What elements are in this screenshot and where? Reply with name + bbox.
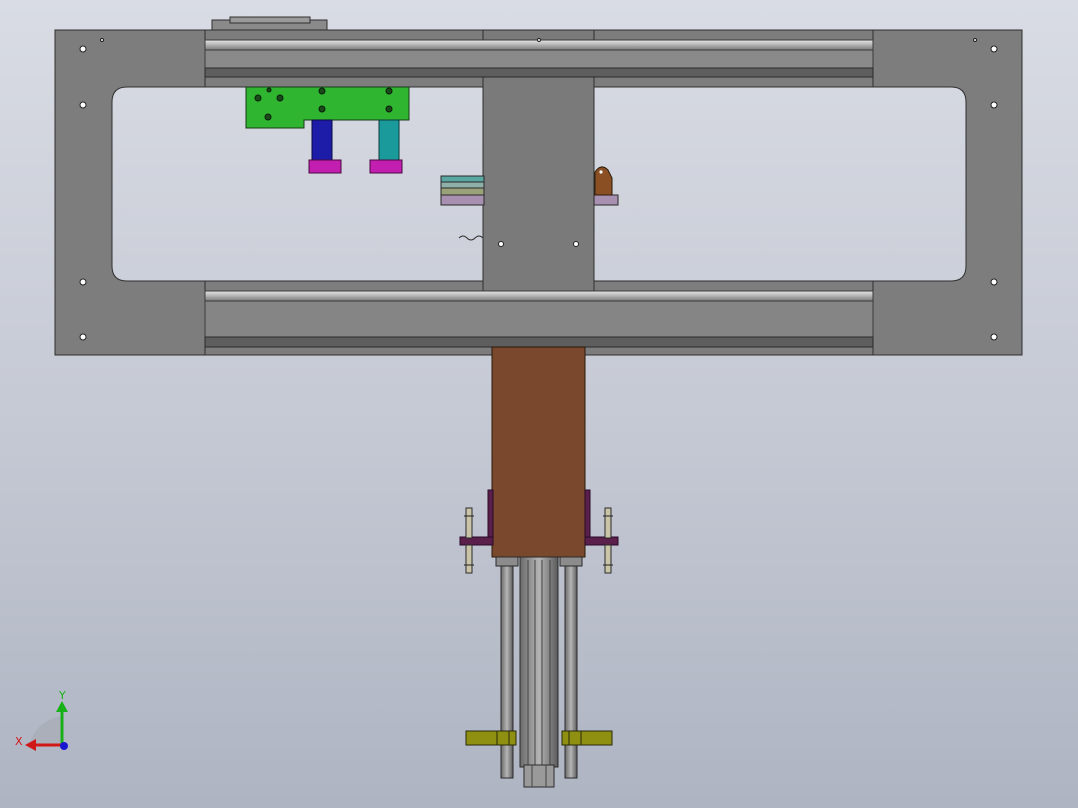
brown-clip-hole — [599, 170, 603, 174]
blue-cylinder[interactable] — [311, 119, 333, 163]
purple-bracket-right[interactable] — [584, 489, 619, 546]
cad-viewport[interactable]: X Y — [0, 0, 1078, 808]
triad-y-label: Y — [58, 689, 66, 702]
olive-clamp-right[interactable] — [561, 730, 613, 746]
magenta-pad-right[interactable] — [369, 159, 403, 174]
teal-cylinder[interactable] — [378, 119, 400, 163]
center-cylinder-rod[interactable] — [519, 556, 559, 788]
triad-x-label: X — [15, 735, 23, 748]
brown-vertical-block[interactable] — [491, 346, 586, 558]
brown-clip[interactable] — [594, 166, 613, 196]
coordinate-triad[interactable]: X Y — [15, 689, 68, 751]
bottom-rail[interactable] — [204, 290, 874, 348]
magenta-pad-left[interactable] — [308, 159, 342, 174]
small-spring — [458, 235, 484, 241]
top-rail[interactable] — [204, 39, 874, 78]
purple-bracket-left[interactable] — [459, 489, 494, 546]
olive-clamp-left[interactable] — [465, 730, 517, 746]
